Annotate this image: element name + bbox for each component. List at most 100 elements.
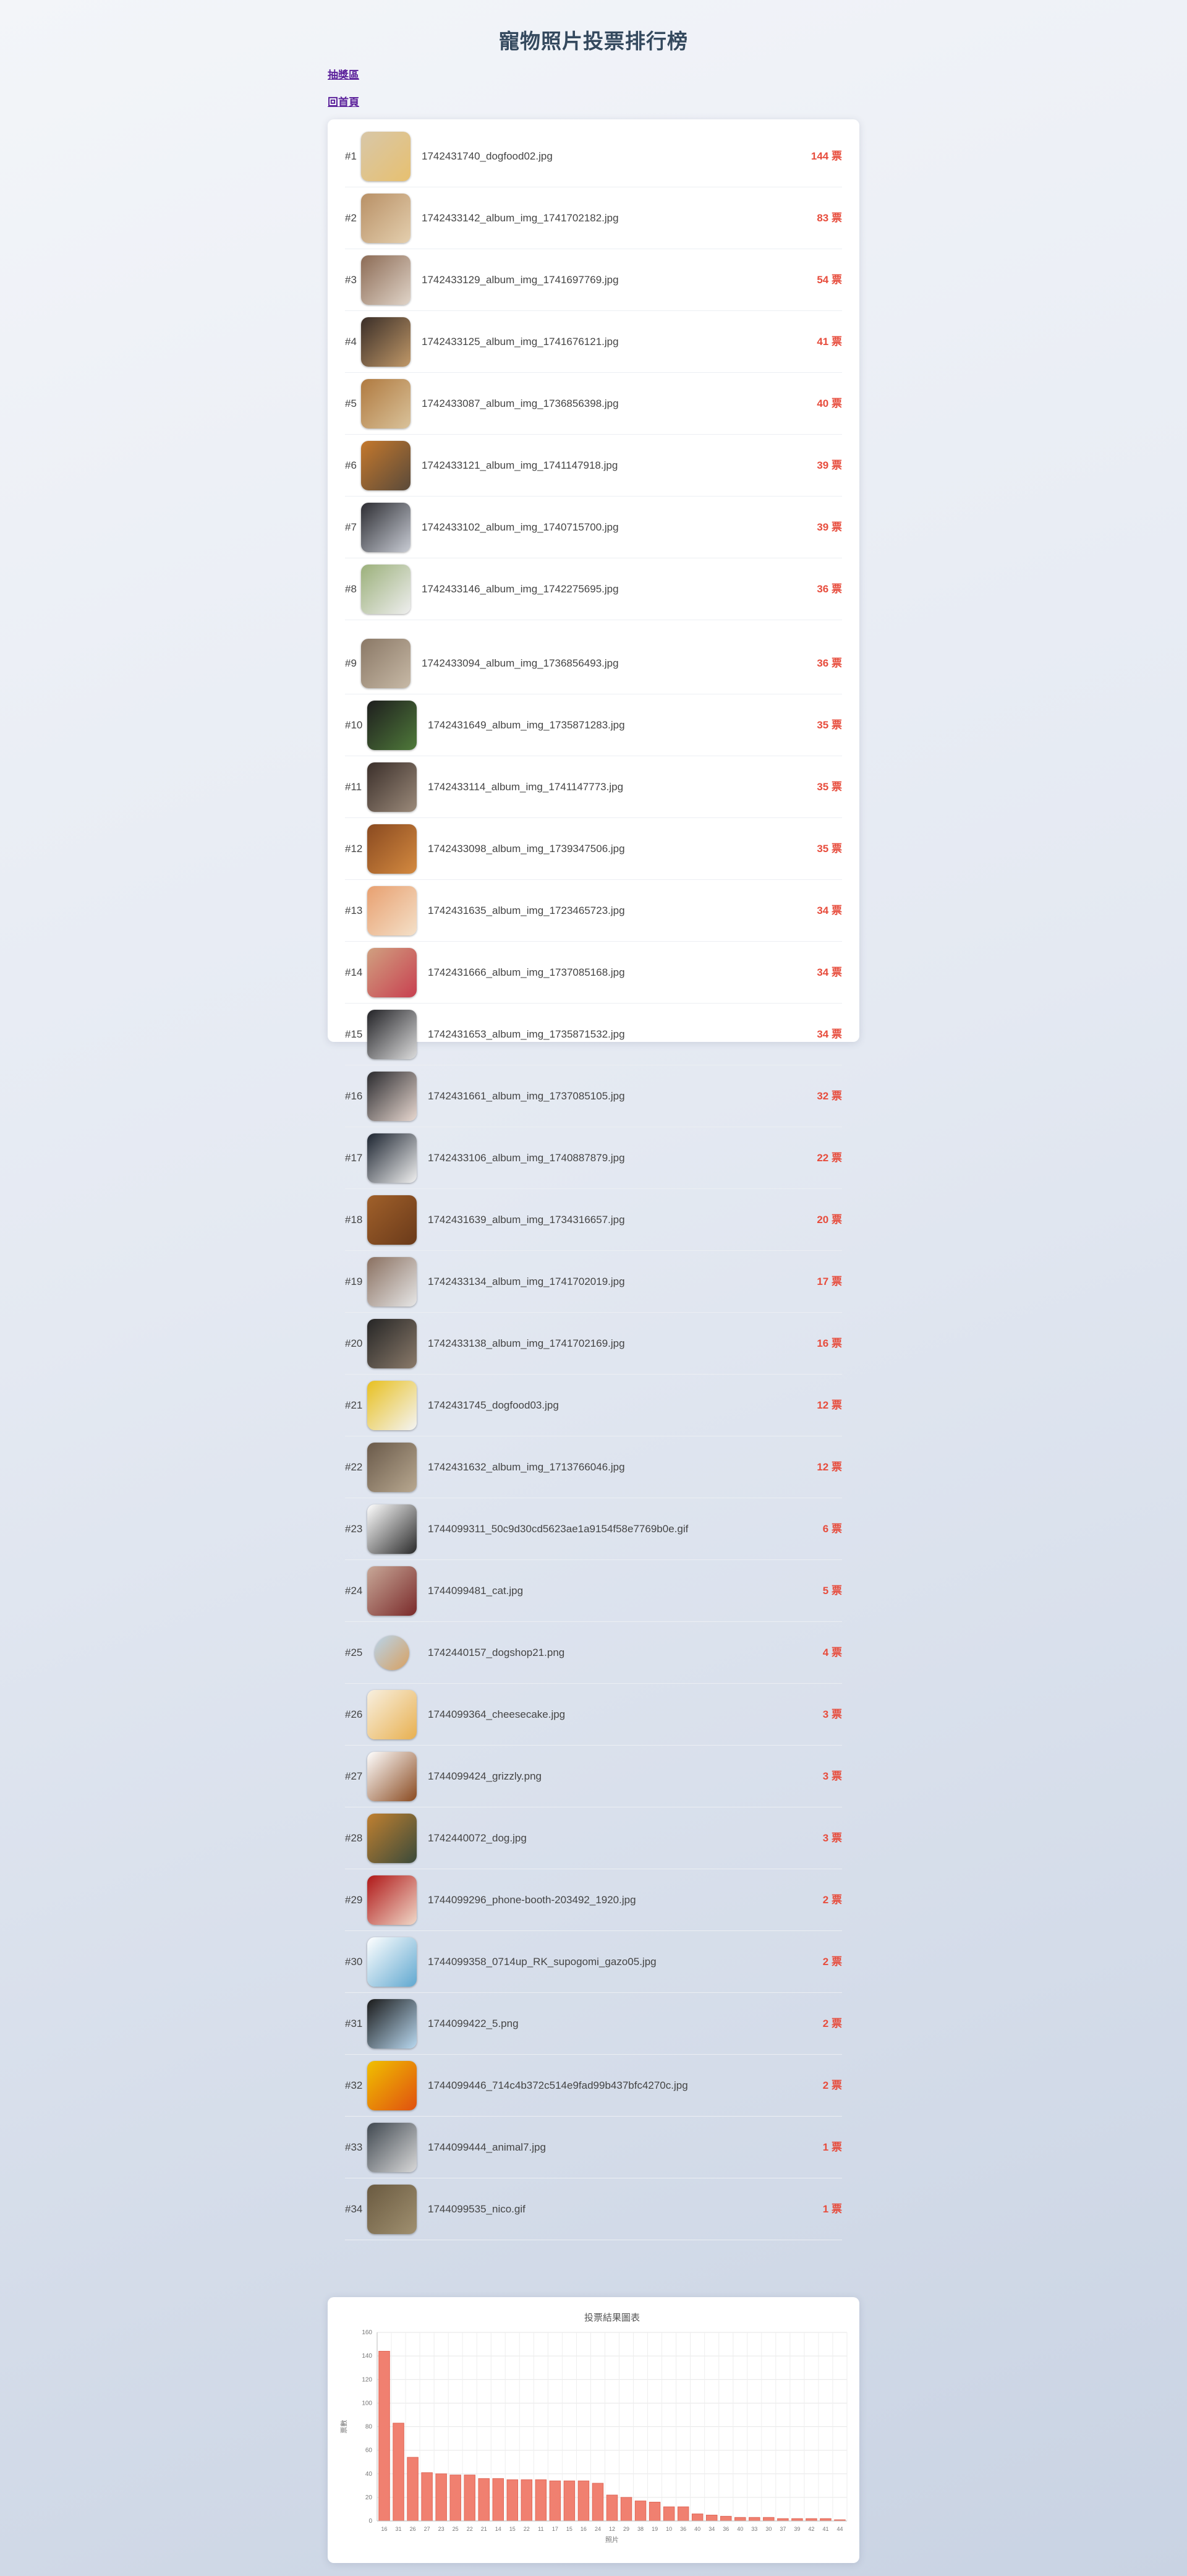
x-tick-label: 11 <box>538 2526 543 2532</box>
vote-number: 6 <box>822 1523 829 1535</box>
pet-photo-thumbnail[interactable] <box>367 1875 417 1925</box>
vote-number: 3 <box>822 1832 829 1844</box>
pet-photo-thumbnail[interactable] <box>367 2123 417 2172</box>
x-tick-label: 36 <box>680 2526 686 2532</box>
ranking-row: #19 1742433134_album_img_1741702019.jpg 17… <box>345 1251 842 1313</box>
pet-photo-thumbnail[interactable] <box>361 255 411 305</box>
vote-number: 35 <box>817 719 829 731</box>
rank-number: #5 <box>345 398 357 409</box>
x-tick-label: 15 <box>509 2526 516 2532</box>
vote-count: 41 票 <box>817 311 842 373</box>
vote-number: 4 <box>822 1647 829 1658</box>
x-tick-label: 29 <box>623 2526 629 2532</box>
photo-filename: 1742431632_album_img_1713766046.jpg <box>428 1461 625 1473</box>
vote-count: 6 票 <box>823 1498 842 1560</box>
vote-suffix: 票 <box>832 1832 842 1844</box>
pet-photo-thumbnail[interactable] <box>367 2185 417 2234</box>
rank-number: #30 <box>345 1956 363 1968</box>
home-link[interactable]: 回首頁 <box>328 93 359 109</box>
vote-suffix: 票 <box>832 843 842 855</box>
vote-suffix: 票 <box>832 336 842 348</box>
pet-photo-thumbnail[interactable] <box>361 441 411 490</box>
ranking-row: #33 1744099444_animal7.jpg 1 票 <box>345 2117 842 2178</box>
x-tick-label: 16 <box>581 2526 587 2532</box>
pet-photo-thumbnail[interactable] <box>367 1504 417 1554</box>
x-tick-label: 15 <box>566 2526 572 2532</box>
chart-bar <box>535 2479 547 2522</box>
pet-photo-thumbnail[interactable] <box>367 824 417 874</box>
vote-count: 36 票 <box>817 633 842 694</box>
pet-photo-thumbnail[interactable] <box>361 565 411 614</box>
vote-number: 5 <box>822 1585 829 1597</box>
chart-bar <box>378 2351 390 2522</box>
pet-photo-thumbnail[interactable] <box>367 701 417 750</box>
pet-photo-thumbnail[interactable] <box>367 1133 417 1183</box>
pet-photo-thumbnail[interactable] <box>361 194 411 243</box>
pet-photo-thumbnail[interactable] <box>367 1814 417 1863</box>
vote-count: 4 票 <box>823 1622 842 1684</box>
vote-number: 12 <box>817 1461 829 1473</box>
pet-photo-thumbnail[interactable] <box>367 1195 417 1245</box>
rank-number: #2 <box>345 212 357 224</box>
photo-filename: 1744099535_nico.gif <box>428 2203 525 2215</box>
photo-filename: 1742433106_album_img_1740887879.jpg <box>428 1152 625 1164</box>
vote-suffix: 票 <box>832 1647 842 1658</box>
pet-photo-thumbnail[interactable] <box>367 1319 417 1368</box>
pet-photo-thumbnail[interactable] <box>375 1636 409 1670</box>
pet-photo-thumbnail[interactable] <box>361 132 411 181</box>
ranking-row: #28 1742440072_dog.jpg 3 票 <box>345 1807 842 1869</box>
pet-photo-thumbnail[interactable] <box>367 1752 417 1801</box>
vote-count: 3 票 <box>823 1684 842 1746</box>
y-tick-label: 100 <box>362 2400 372 2407</box>
pet-photo-thumbnail[interactable] <box>367 762 417 812</box>
vote-suffix: 票 <box>832 905 842 916</box>
pet-photo-thumbnail[interactable] <box>367 1257 417 1307</box>
vote-suffix: 票 <box>832 2079 842 2091</box>
x-tick-label: 41 <box>822 2526 828 2532</box>
pet-photo-thumbnail[interactable] <box>367 1566 417 1616</box>
vote-number: 22 <box>817 1152 829 1164</box>
vote-number: 2 <box>822 2018 829 2029</box>
pet-photo-thumbnail[interactable] <box>367 1690 417 1739</box>
chart-bar <box>407 2457 419 2522</box>
pet-photo-thumbnail[interactable] <box>367 2061 417 2110</box>
pet-photo-thumbnail[interactable] <box>367 1381 417 1430</box>
vote-suffix: 票 <box>832 1028 842 1040</box>
lottery-link[interactable]: 抽獎區 <box>328 66 359 82</box>
pet-photo-thumbnail[interactable] <box>367 886 417 936</box>
pet-photo-thumbnail[interactable] <box>367 948 417 997</box>
pet-photo-thumbnail[interactable] <box>367 1937 417 1987</box>
ranking-row: #18 1742431639_album_img_1734316657.jpg 20… <box>345 1189 842 1251</box>
chart-bar <box>592 2483 604 2522</box>
pet-photo-thumbnail[interactable] <box>361 503 411 552</box>
pet-photo-thumbnail[interactable] <box>367 1010 417 1059</box>
rank-number: #21 <box>345 1399 363 1411</box>
vote-number: 35 <box>817 843 829 855</box>
ranking-row: #10 1742431649_album_img_1735871283.jpg 35… <box>345 694 842 756</box>
ranking-row: #34 1744099535_nico.gif 1 票 <box>345 2178 842 2240</box>
x-tick-label: 34 <box>708 2526 715 2532</box>
x-tick-label: 40 <box>737 2526 743 2532</box>
x-tick-label: 26 <box>410 2526 416 2532</box>
y-tick-label: 0 <box>368 2518 372 2525</box>
ranking-row: #27 1744099424_grizzly.png 3 票 <box>345 1746 842 1807</box>
y-tick-label: 80 <box>365 2424 373 2431</box>
vote-chart-card: 投票結果圖表 0 20 40 60 80 100 120 140 160 16 31 26 27 23 25 2… <box>328 2297 859 2563</box>
vote-count: 144 票 <box>811 126 842 187</box>
vote-suffix: 票 <box>832 212 842 224</box>
pet-photo-thumbnail[interactable] <box>361 317 411 367</box>
pet-photo-thumbnail[interactable] <box>361 639 411 688</box>
pet-photo-thumbnail[interactable] <box>361 379 411 429</box>
photo-filename: 1742433142_album_img_1741702182.jpg <box>422 212 619 224</box>
rank-number: #11 <box>345 781 362 793</box>
chart-bar <box>777 2518 789 2522</box>
ranking-row: #31 1744099422_5.png 2 票 <box>345 1993 842 2055</box>
pet-photo-thumbnail[interactable] <box>367 1072 417 1121</box>
vote-count: 2 票 <box>823 1931 842 1993</box>
vote-suffix: 票 <box>832 274 842 286</box>
chart-title: 投票結果圖表 <box>584 2313 640 2323</box>
photo-filename: 1742433146_album_img_1742275695.jpg <box>422 583 619 595</box>
photo-filename: 1742433129_album_img_1741697769.jpg <box>422 274 619 286</box>
pet-photo-thumbnail[interactable] <box>367 1443 417 1492</box>
pet-photo-thumbnail[interactable] <box>367 1999 417 2049</box>
